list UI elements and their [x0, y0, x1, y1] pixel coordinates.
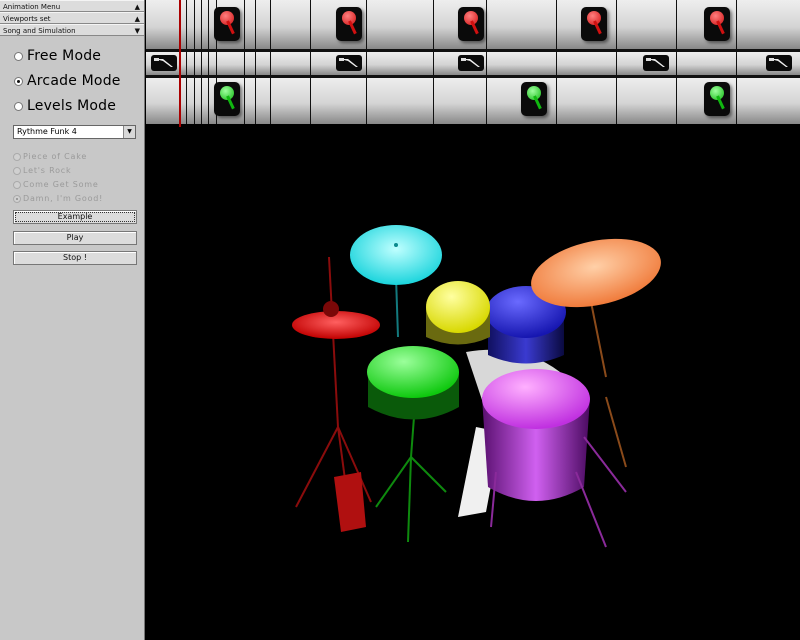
cymbal-note-icon [458, 7, 484, 41]
difficulty-lets-rock[interactable]: Let's Rock [13, 164, 71, 177]
radio-icon[interactable] [13, 181, 21, 189]
floor-tom-head[interactable] [482, 369, 590, 429]
radio-icon[interactable] [13, 153, 21, 161]
cymbal-note-icon [336, 7, 362, 41]
difficulty-label: Come Get Some [23, 180, 99, 189]
stop-button[interactable]: Stop ! [13, 251, 137, 265]
cymbal-note-icon [704, 7, 730, 41]
hihat-stand [295, 256, 372, 508]
mode-free-radio[interactable]: Free Mode [0, 44, 144, 69]
cymbal-note-icon [214, 7, 240, 41]
difficulty-piece-of-cake[interactable]: Piece of Cake [13, 150, 87, 163]
mode-label: Arcade Mode [27, 73, 121, 89]
beat-line [556, 0, 557, 124]
beat-line [255, 0, 256, 124]
beat-line [310, 0, 311, 124]
pedal-note-icon [643, 55, 669, 71]
snare-stand [375, 416, 447, 543]
pedal-note-icon [336, 55, 362, 71]
difficulty-come-get-some[interactable]: Come Get Some [13, 178, 99, 191]
beat-line [676, 0, 677, 124]
note-track [146, 0, 800, 124]
beat-line [486, 0, 487, 124]
example-button[interactable]: Example [13, 210, 137, 224]
tom-note-icon [521, 82, 547, 116]
crash-bell [394, 243, 398, 247]
beat-line [194, 0, 195, 124]
difficulty-label: Damn, I'm Good! [23, 194, 104, 203]
cymbal-note-icon [581, 7, 607, 41]
beat-line [186, 0, 187, 124]
collapse-arrow-icon[interactable]: ▼ [135, 25, 140, 37]
rollout-viewports-set[interactable]: Viewports set ▲ [0, 12, 144, 24]
radio-icon[interactable] [14, 102, 23, 111]
song-selected-value: Rythme Funk 4 [17, 127, 77, 136]
drum-kit-scene[interactable] [146, 127, 800, 640]
hihat-pedal [334, 472, 366, 532]
play-button[interactable]: Play [13, 231, 137, 245]
beat-line [270, 0, 271, 124]
difficulty-damn-im-good[interactable]: Damn, I'm Good! [13, 192, 103, 205]
tom-note-icon [704, 82, 730, 116]
mode-arcade-radio[interactable]: Arcade Mode [0, 69, 144, 94]
dropdown-arrow-icon[interactable]: ▼ [123, 126, 135, 138]
mode-levels-radio[interactable]: Levels Mode [0, 94, 144, 119]
pedal-note-icon [151, 55, 177, 71]
tom-note-icon [214, 82, 240, 116]
beat-line [244, 0, 245, 124]
rollout-label: Viewports set [3, 15, 51, 23]
beat-line [736, 0, 737, 124]
pedal-note-icon [766, 55, 792, 71]
control-panel: Animation Menu ▲ Viewports set ▲ Song an… [0, 0, 145, 640]
radio-selected-icon[interactable] [13, 195, 21, 203]
rollout-song-and-simulation[interactable]: Song and Simulation ▼ [0, 24, 144, 36]
high-tom-head[interactable] [426, 281, 490, 333]
rollout-label: Song and Simulation [3, 27, 76, 35]
difficulty-label: Piece of Cake [23, 152, 88, 161]
pedal-note-icon [458, 55, 484, 71]
rollout-animation-menu[interactable]: Animation Menu ▲ [0, 0, 144, 12]
mode-label: Free Mode [27, 48, 102, 64]
snare-head[interactable] [367, 346, 459, 398]
difficulty-label: Let's Rock [23, 166, 72, 175]
radio-selected-icon[interactable] [14, 77, 23, 86]
beat-line [201, 0, 202, 124]
crash-cymbal[interactable] [350, 225, 442, 285]
crash-stand [395, 276, 399, 338]
beat-line [433, 0, 434, 124]
mode-label: Levels Mode [27, 98, 117, 114]
radio-icon[interactable] [14, 52, 23, 61]
beat-line [208, 0, 209, 124]
hihat-clutch [323, 301, 339, 317]
ride-stand [590, 301, 627, 468]
song-dropdown[interactable]: Rythme Funk 4 ▼ [13, 125, 136, 139]
radio-icon[interactable] [13, 167, 21, 175]
rollout-label: Animation Menu [3, 3, 61, 11]
beat-line [616, 0, 617, 124]
beat-line [366, 0, 367, 124]
playhead-marker [179, 0, 181, 127]
